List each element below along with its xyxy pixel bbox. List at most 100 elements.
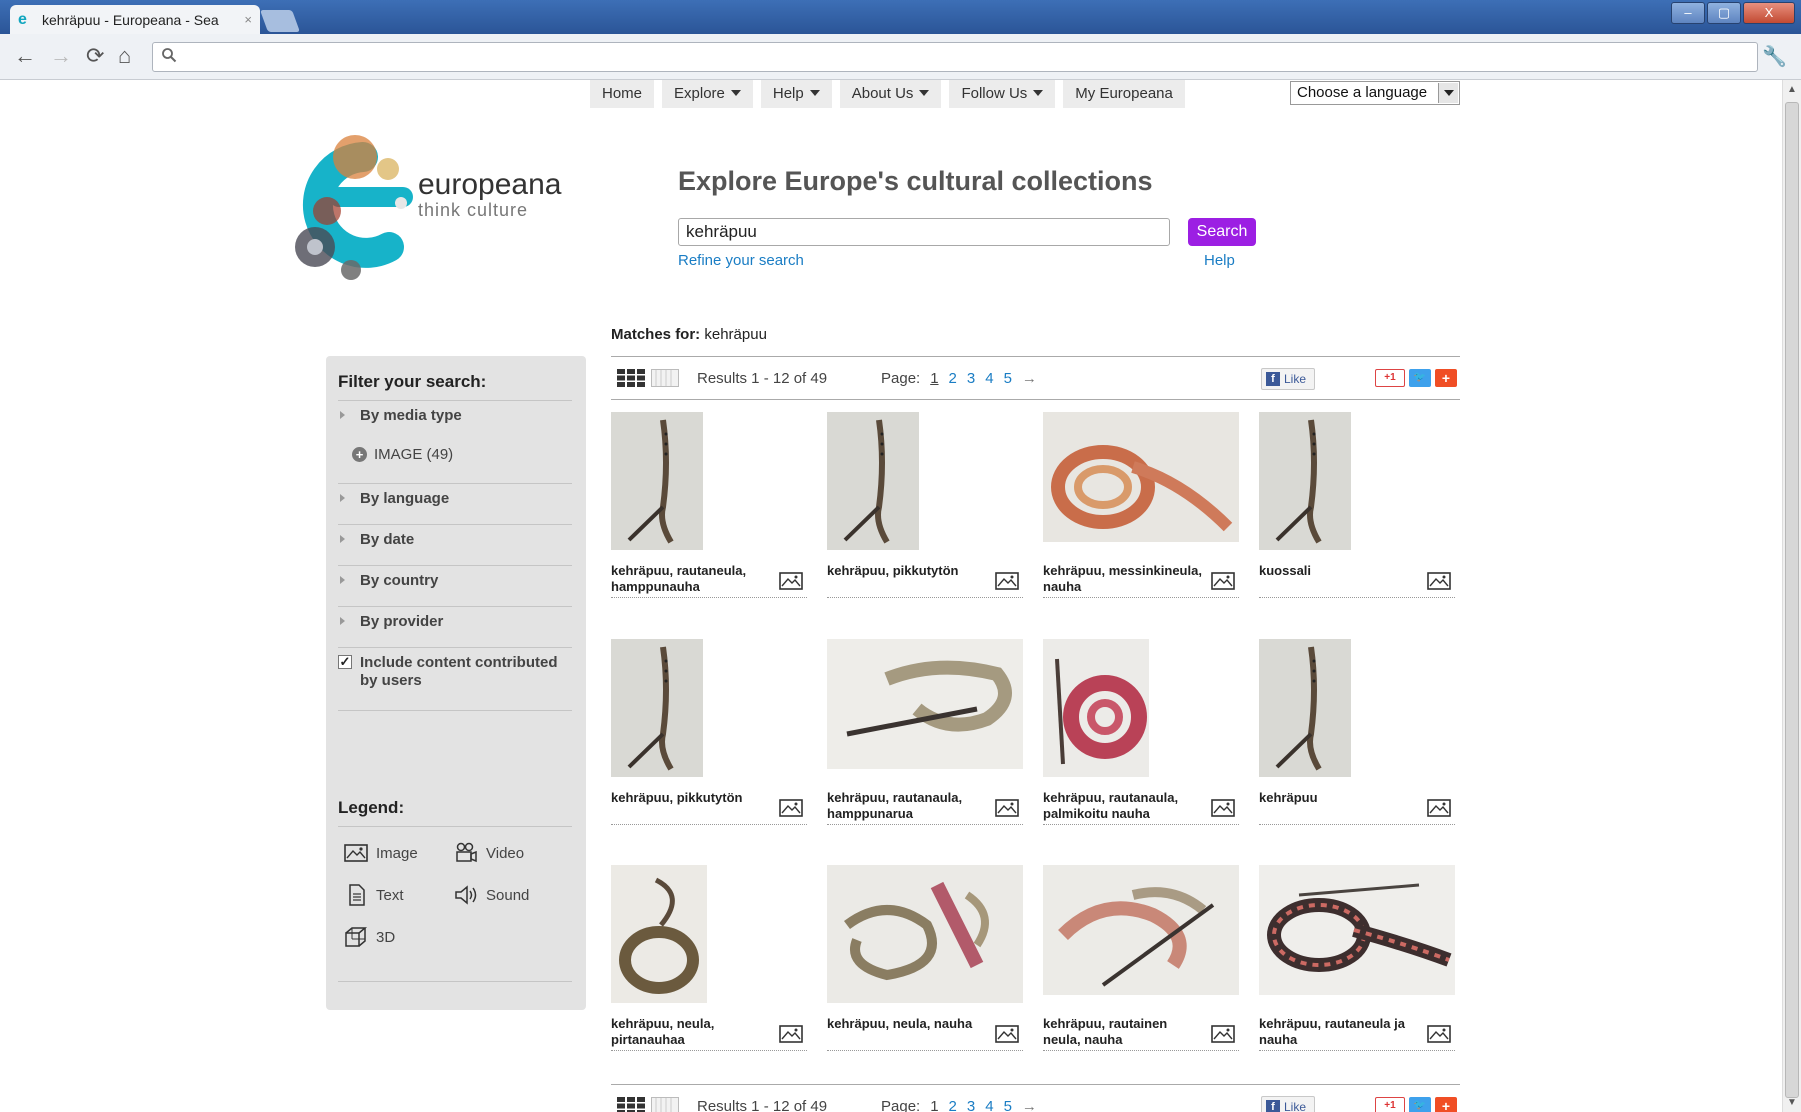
europeana-wordmark: europeana bbox=[418, 168, 562, 201]
result-card[interactable]: kehräpuu, rautanaula, palmikoitu nauha bbox=[1043, 639, 1239, 849]
twitter-bird-icon[interactable]: 🐦 bbox=[1409, 1097, 1431, 1112]
list-view-icon[interactable] bbox=[651, 369, 679, 387]
refine-search-link[interactable]: Refine your search bbox=[678, 252, 804, 269]
reload-icon[interactable]: ⟳ bbox=[86, 44, 104, 68]
page-link-4[interactable]: 4 bbox=[985, 370, 993, 387]
page-link-2[interactable]: 2 bbox=[949, 1098, 957, 1112]
result-title[interactable]: kehräpuu, rautaneula ja nauha bbox=[1259, 1016, 1424, 1048]
wrench-menu-icon[interactable]: 🔧 bbox=[1762, 44, 1787, 69]
user-content-checkbox[interactable]: ✓ Include content contributed by users bbox=[338, 654, 572, 690]
twitter-bird-icon[interactable]: 🐦 bbox=[1409, 369, 1431, 387]
search-input[interactable]: kehräpuu bbox=[678, 218, 1170, 246]
result-card[interactable]: kuossali bbox=[1259, 412, 1455, 622]
google-plus-button[interactable]: +1 bbox=[1375, 1097, 1405, 1112]
result-card[interactable]: kehräpuu, rautaneula, hamppunauha bbox=[611, 412, 807, 622]
nav-explore[interactable]: Explore bbox=[662, 80, 753, 108]
result-card[interactable]: kehräpuu, neula, pirtanauhaa bbox=[611, 865, 807, 1075]
close-window-button[interactable]: X bbox=[1743, 2, 1795, 24]
scroll-up-icon[interactable]: ▲ bbox=[1787, 84, 1797, 95]
result-thumbnail[interactable] bbox=[1043, 412, 1239, 542]
result-title[interactable]: kuossali bbox=[1259, 563, 1424, 579]
result-card[interactable]: kehräpuu, rautanaula, hamppunarua bbox=[827, 639, 1023, 849]
result-title[interactable]: kehräpuu, rautaneula, hamppunauha bbox=[611, 563, 776, 595]
result-title[interactable]: kehräpuu, rautanaula, hamppunarua bbox=[827, 790, 992, 822]
addthis-plus-icon[interactable]: + bbox=[1435, 1097, 1457, 1112]
page-link-5[interactable]: 5 bbox=[1004, 1098, 1012, 1112]
facebook-like-button[interactable]: f Like bbox=[1261, 1096, 1315, 1112]
maximize-button[interactable]: ▢ bbox=[1707, 2, 1741, 24]
result-thumbnail[interactable] bbox=[1259, 865, 1455, 995]
result-title[interactable]: kehräpuu, rautanaula, palmikoitu nauha bbox=[1043, 790, 1208, 822]
result-thumbnail[interactable] bbox=[827, 412, 919, 550]
filter-country[interactable]: By country bbox=[338, 572, 572, 589]
result-thumbnail[interactable] bbox=[1259, 639, 1351, 777]
scroll-down-icon[interactable]: ▼ bbox=[1787, 1097, 1797, 1108]
forward-arrow-icon[interactable]: → bbox=[50, 44, 72, 68]
page-scrollbar[interactable]: ▲ ▼ bbox=[1782, 80, 1801, 1112]
page-link-5[interactable]: 5 bbox=[1004, 370, 1012, 387]
list-view-icon[interactable] bbox=[651, 1097, 679, 1112]
facebook-like-button[interactable]: f Like bbox=[1261, 368, 1315, 390]
browser-tab[interactable]: e kehräpuu - Europeana - Sea × bbox=[10, 5, 260, 34]
nav-follow-us[interactable]: Follow Us bbox=[949, 80, 1056, 108]
divider bbox=[338, 606, 572, 607]
result-thumbnail[interactable] bbox=[1043, 639, 1149, 777]
result-card[interactable]: kehräpuu, pikkutytön bbox=[827, 412, 1023, 622]
result-thumbnail[interactable] bbox=[827, 639, 1023, 769]
tab-close-icon[interactable]: × bbox=[244, 12, 252, 27]
page-link-3[interactable]: 3 bbox=[967, 1098, 975, 1112]
filter-media-type[interactable]: By media type bbox=[338, 407, 572, 424]
next-page-arrow-icon[interactable]: → bbox=[1022, 370, 1037, 387]
result-thumbnail[interactable] bbox=[611, 639, 703, 777]
result-title[interactable]: kehräpuu, messinkineula, nauha bbox=[1043, 563, 1208, 595]
scrollbar-thumb[interactable] bbox=[1785, 102, 1799, 1098]
result-title[interactable]: kehräpuu, rautainen neula, nauha bbox=[1043, 1016, 1208, 1048]
google-plus-button[interactable]: +1 bbox=[1375, 369, 1405, 387]
result-thumbnail[interactable] bbox=[1043, 865, 1239, 995]
facet-image[interactable]: + IMAGE (49) bbox=[352, 446, 453, 463]
back-arrow-icon[interactable]: ← bbox=[14, 44, 36, 68]
page-link-4[interactable]: 4 bbox=[985, 1098, 993, 1112]
address-bar[interactable] bbox=[152, 42, 1758, 72]
next-page-arrow-icon[interactable]: → bbox=[1022, 1098, 1037, 1112]
nav-help[interactable]: Help bbox=[760, 80, 832, 108]
grid-view-icon[interactable] bbox=[617, 1097, 645, 1112]
result-card[interactable]: kehräpuu, pikkutytön bbox=[611, 639, 807, 849]
result-card[interactable]: kehräpuu bbox=[1259, 639, 1455, 849]
grid-view-icon[interactable] bbox=[617, 369, 645, 387]
filter-date[interactable]: By date bbox=[338, 531, 572, 548]
result-title[interactable]: kehräpuu, pikkutytön bbox=[827, 563, 992, 579]
new-tab-button[interactable] bbox=[259, 10, 301, 32]
result-thumbnail[interactable] bbox=[1259, 412, 1351, 550]
result-title[interactable]: kehräpuu, neula, pirtanauhaa bbox=[611, 1016, 776, 1048]
result-title[interactable]: kehräpuu, neula, nauha bbox=[827, 1016, 992, 1032]
addthis-plus-icon[interactable]: + bbox=[1435, 369, 1457, 387]
result-thumbnail[interactable] bbox=[827, 865, 1023, 1003]
home-icon[interactable]: ⌂ bbox=[118, 44, 131, 68]
nav-home[interactable]: Home bbox=[590, 80, 655, 108]
page-link-1[interactable]: 1 bbox=[930, 370, 938, 387]
result-card[interactable]: kehräpuu, neula, nauha bbox=[827, 865, 1023, 1075]
search-help-link[interactable]: Help bbox=[1204, 252, 1235, 269]
result-thumbnail[interactable] bbox=[611, 412, 703, 550]
minimize-button[interactable]: – bbox=[1671, 2, 1705, 24]
result-card[interactable]: kehräpuu, rautaneula ja nauha bbox=[1259, 865, 1455, 1075]
result-card[interactable]: kehräpuu, rautainen neula, nauha bbox=[1043, 865, 1239, 1075]
legend-video-label: Video bbox=[486, 844, 525, 862]
facet-image-label: IMAGE (49) bbox=[374, 446, 454, 463]
page-link-3[interactable]: 3 bbox=[967, 370, 975, 387]
result-thumbnail[interactable] bbox=[611, 865, 707, 1003]
filter-language[interactable]: By language bbox=[338, 490, 572, 507]
filter-provider[interactable]: By provider bbox=[338, 613, 572, 630]
result-card[interactable]: kehräpuu, messinkineula, nauha bbox=[1043, 412, 1239, 622]
nav-about-us[interactable]: About Us bbox=[839, 80, 942, 108]
nav-my-europeana[interactable]: My Europeana bbox=[1063, 80, 1185, 108]
nav-my-europeana-label: My Europeana bbox=[1075, 85, 1173, 102]
sound-icon bbox=[455, 885, 477, 905]
page-link-2[interactable]: 2 bbox=[949, 370, 957, 387]
page-link-1[interactable]: 1 bbox=[930, 1098, 938, 1112]
search-button[interactable]: Search bbox=[1188, 218, 1256, 246]
result-title[interactable]: kehräpuu bbox=[1259, 790, 1424, 806]
language-select[interactable]: Choose a language bbox=[1290, 81, 1460, 105]
result-title[interactable]: kehräpuu, pikkutytön bbox=[611, 790, 776, 806]
